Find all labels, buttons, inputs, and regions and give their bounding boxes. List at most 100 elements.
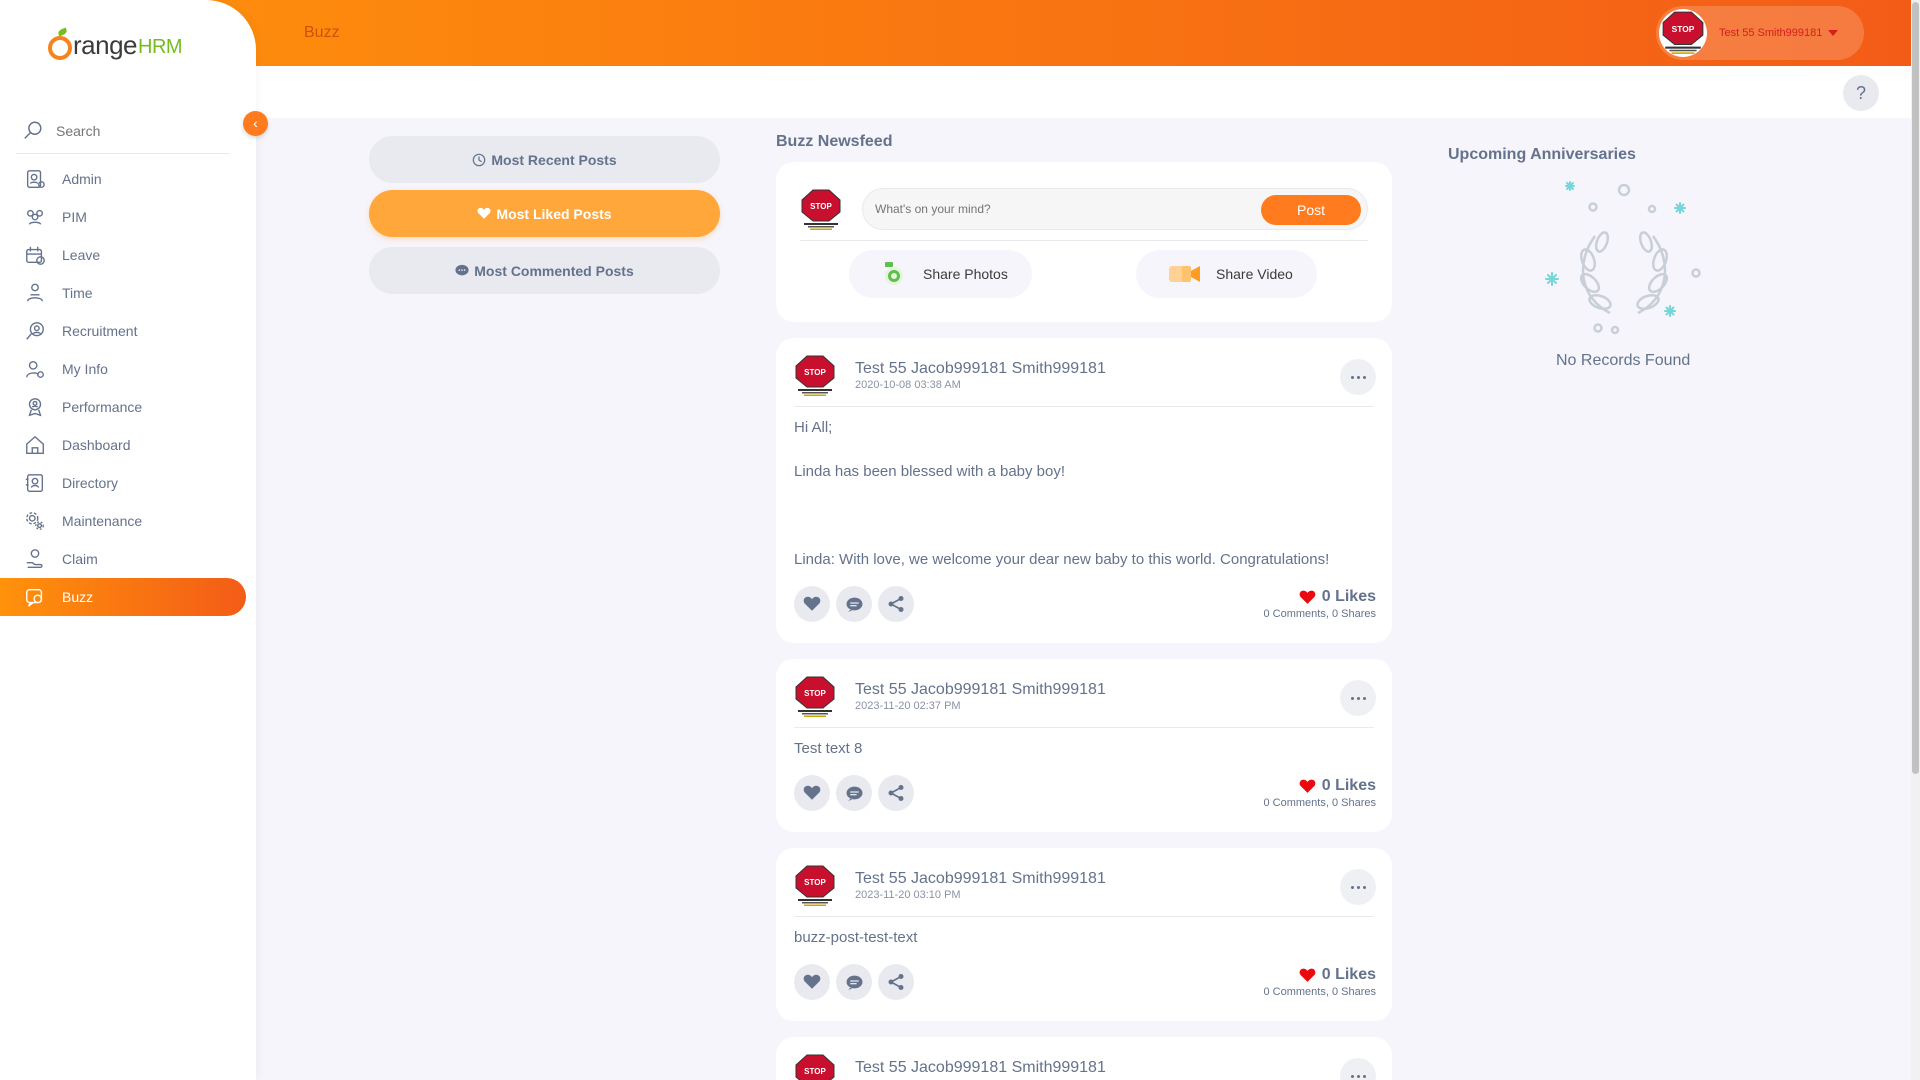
share-video-label: Share Video [1216, 266, 1293, 282]
shares-count[interactable]: 0 Shares [1332, 797, 1376, 809]
share-icon [888, 596, 904, 612]
most-recent-posts-label: Most Recent Posts [491, 151, 617, 168]
most-commented-posts-button[interactable]: Most Commented Posts [369, 247, 720, 294]
heart-icon [803, 785, 821, 800]
upcoming-anniversaries-title: Upcoming Anniversaries [1448, 146, 1636, 163]
sidebar-item-dashboard[interactable]: Dashboard [0, 426, 246, 464]
post-author[interactable]: Test 55 Jacob999181 Smith999181 [855, 360, 1106, 378]
shares-count[interactable]: 0 Shares [1332, 986, 1376, 998]
sidebar-item-buzz[interactable]: Buzz [0, 578, 246, 616]
sidebar-item-claim[interactable]: Claim [0, 540, 246, 578]
post-card: STOP Test 55 Jacob999181 Smith999181 [776, 1037, 1392, 1080]
heart-icon [803, 974, 821, 989]
video-camera-icon [1168, 263, 1202, 285]
post-card: STOP Test 55 Jacob999181 Smith999181 202… [776, 848, 1392, 1021]
like-button[interactable] [794, 586, 830, 622]
post-date: 2023-11-20 02:37 PM [855, 700, 961, 712]
like-button[interactable] [794, 775, 830, 811]
post-text-line: Linda has been blessed with a baby boy! [794, 463, 1066, 480]
avatar: STOP [1659, 9, 1707, 57]
post-date: 2023-11-20 03:10 PM [855, 889, 961, 901]
more-options-icon[interactable] [1340, 1058, 1376, 1080]
most-recent-posts-button[interactable]: Most Recent Posts [369, 136, 720, 183]
comments-shares: 0 Comments, 0 Shares [1263, 797, 1376, 809]
avatar-sign-text: STOP [1672, 24, 1695, 34]
post-stats: 0 Likes 0 Comments, 0 Shares [1263, 966, 1376, 998]
heart-icon [477, 207, 491, 220]
post-composer: STOP Post Share Photos Share Video [776, 162, 1392, 322]
share-button[interactable] [878, 775, 914, 811]
post-author[interactable]: Test 55 Jacob999181 Smith999181 [855, 870, 1106, 888]
camera-icon [881, 261, 909, 287]
sidebar-item-label: Recruitment [62, 323, 138, 339]
top-bar: Buzz STOP Test 55 Smith999181 [0, 0, 1911, 66]
breadcrumb: Buzz [304, 24, 340, 42]
more-options-icon[interactable] [1340, 359, 1376, 395]
main-menu: Admin PIM Leave Time Recruitment My Info… [0, 160, 256, 616]
help-button[interactable]: ? [1843, 75, 1879, 111]
sidebar-item-performance[interactable]: Performance [0, 388, 246, 426]
search-icon [24, 121, 42, 139]
sidebar-item-maintenance[interactable]: Maintenance [0, 502, 246, 540]
share-photos-button[interactable]: Share Photos [849, 250, 1032, 298]
sidebar-search [16, 108, 230, 154]
post-button[interactable]: Post [1261, 195, 1361, 225]
like-button[interactable] [794, 964, 830, 1000]
time-icon [23, 281, 47, 305]
post-actions [794, 964, 914, 1000]
more-options-icon[interactable] [1340, 680, 1376, 716]
post-text-line: Test text 8 [794, 740, 863, 757]
avatar: STOP [794, 1053, 836, 1080]
admin-icon [23, 167, 47, 191]
comments-count[interactable]: 0 Comments [1263, 797, 1325, 809]
logo-word: range [73, 30, 138, 60]
post-author[interactable]: Test 55 Jacob999181 Smith999181 [855, 1059, 1106, 1077]
sidebar-item-recruitment[interactable]: Recruitment [0, 312, 246, 350]
orangehrm-logo[interactable]: range HRM [48, 30, 183, 61]
sidebar-item-my-info[interactable]: My Info [0, 350, 246, 388]
sidebar-item-label: Dashboard [62, 437, 131, 453]
sidebar-item-label: Admin [62, 171, 102, 187]
comment-icon [846, 786, 862, 801]
logo-suffix: HRM [138, 36, 183, 58]
comments-count[interactable]: 0 Comments [1263, 986, 1325, 998]
comments-count[interactable]: 0 Comments [1263, 608, 1325, 620]
likes-label: 0 Likes [1321, 588, 1376, 605]
post-input-wrapper: Post [862, 188, 1368, 230]
likes-count: 0 Likes [1263, 966, 1376, 984]
sidebar-item-time[interactable]: Time [0, 274, 246, 312]
post-author[interactable]: Test 55 Jacob999181 Smith999181 [855, 681, 1106, 699]
sidebar-item-pim[interactable]: PIM [0, 198, 246, 236]
comment-button[interactable] [836, 964, 872, 1000]
post-input[interactable] [875, 202, 1255, 216]
share-photos-label: Share Photos [923, 266, 1008, 282]
user-dropdown[interactable]: STOP Test 55 Smith999181 [1656, 6, 1864, 60]
breadcrumb-module: Buzz [304, 24, 340, 41]
most-liked-posts-button[interactable]: Most Liked Posts [369, 190, 720, 237]
dashboard-icon [23, 433, 47, 457]
sidebar-item-admin[interactable]: Admin [0, 160, 246, 198]
sidebar-item-directory[interactable]: Directory [0, 464, 246, 502]
buzz-icon [23, 585, 47, 609]
share-video-button[interactable]: Share Video [1136, 250, 1317, 298]
sidebar-collapse-button[interactable]: ‹ [243, 111, 268, 136]
more-options-icon[interactable] [1340, 869, 1376, 905]
no-records-text: No Records Found [1556, 352, 1691, 369]
post-text-line: Linda: With love, we welcome your dear n… [794, 551, 1330, 568]
avatar-sign-text: STOP [804, 689, 826, 698]
sidebar-item-label: Directory [62, 475, 119, 491]
my-info-icon [23, 357, 47, 381]
avatar: STOP [800, 188, 842, 232]
sidebar-item-label: Performance [62, 399, 143, 415]
shares-count[interactable]: 0 Shares [1332, 608, 1376, 620]
page-scrollbar[interactable] [1911, 0, 1920, 1080]
share-icon [888, 974, 904, 990]
share-button[interactable] [878, 964, 914, 1000]
comment-button[interactable] [836, 586, 872, 622]
comment-button[interactable] [836, 775, 872, 811]
scrollbar-thumb[interactable] [1912, 2, 1919, 774]
share-button[interactable] [878, 586, 914, 622]
search-input[interactable] [56, 122, 206, 139]
sidebar-item-leave[interactable]: Leave [0, 236, 246, 274]
avatar: STOP [794, 354, 836, 398]
